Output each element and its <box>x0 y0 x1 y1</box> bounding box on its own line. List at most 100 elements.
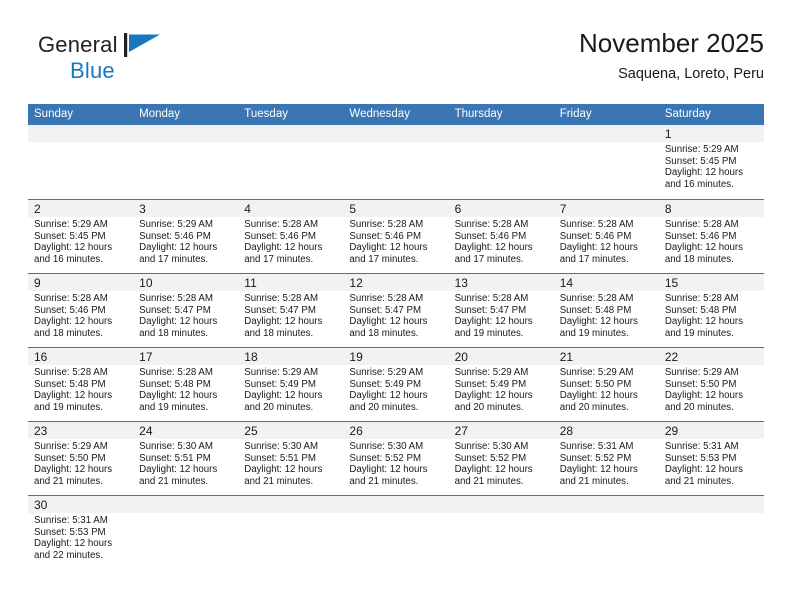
day-cell[interactable]: 29 Sunrise: 5:31 AM Sunset: 5:53 PM Dayligh… <box>658 422 764 495</box>
sunrise-time: Sunrise: 5:29 AM <box>244 367 319 378</box>
sunrise-time: Sunrise: 5:28 AM <box>664 219 739 230</box>
day-number-band <box>343 496 449 513</box>
weekday-header-monday: Monday <box>139 108 181 120</box>
day-cell[interactable]: 3 Sunrise: 5:29 AM Sunset: 5:46 PM Daylight… <box>133 200 239 273</box>
week-row: 16 Sunrise: 5:28 AM Sunset: 5:48 PM Dayligh… <box>28 347 764 421</box>
sunset-time: Sunset: 5:51 PM <box>244 452 316 464</box>
day-cell[interactable]: 28 Sunrise: 5:31 AM Sunset: 5:52 PM Dayligh… <box>553 422 659 495</box>
daylight-duration-line2: and 21 minutes. <box>244 475 314 487</box>
day-cell[interactable]: 2 Sunrise: 5:29 AM Sunset: 5:45 PM Daylight… <box>28 200 134 273</box>
day-number: 13 <box>454 276 468 290</box>
day-sun-info: Sunrise: 5:28 AM Sunset: 5:47 PM Daylight:… <box>238 291 343 339</box>
day-sun-info: Sunrise: 5:28 AM Sunset: 5:46 PM Daylight:… <box>554 217 659 265</box>
day-number-band: 6 <box>448 200 554 217</box>
day-cell[interactable]: 20 Sunrise: 5:29 AM Sunset: 5:49 PM Dayligh… <box>448 348 554 421</box>
day-cell-empty <box>238 125 344 199</box>
daylight-duration-line2: and 20 minutes. <box>349 401 419 413</box>
daylight-duration-line1: Daylight: 12 hours <box>244 390 323 402</box>
day-cell[interactable]: 4 Sunrise: 5:28 AM Sunset: 5:46 PM Daylight… <box>238 200 344 273</box>
day-number-band: 14 <box>553 274 659 291</box>
day-number-band: 18 <box>238 348 344 365</box>
day-number: 20 <box>454 350 468 364</box>
day-sun-info: Sunrise: 5:28 AM Sunset: 5:48 PM Daylight:… <box>133 365 238 413</box>
day-number: 15 <box>664 276 679 290</box>
daylight-duration-line2: and 21 minutes. <box>559 475 629 487</box>
day-cell[interactable]: 30 Sunrise: 5:31 AM Sunset: 5:53 PM Dayligh… <box>28 496 134 569</box>
day-cell[interactable]: 12 Sunrise: 5:28 AM Sunset: 5:47 PM Dayligh… <box>343 274 449 347</box>
sunset-time: Sunset: 5:45 PM <box>34 230 106 242</box>
sunrise-time: Sunrise: 5:29 AM <box>454 367 529 378</box>
day-sun-info: Sunrise: 5:28 AM Sunset: 5:46 PM Daylight:… <box>28 291 133 339</box>
day-cell[interactable]: 23 Sunrise: 5:29 AM Sunset: 5:50 PM Dayligh… <box>28 422 134 495</box>
day-number-band: 20 <box>448 348 554 365</box>
day-number: 26 <box>349 424 363 438</box>
weekday-header-sunday: Sunday <box>34 108 74 120</box>
day-sun-info: Sunrise: 5:29 AM Sunset: 5:50 PM Daylight:… <box>554 365 659 413</box>
day-cell-empty <box>28 125 134 199</box>
day-sun-info: Sunrise: 5:28 AM Sunset: 5:47 PM Daylight:… <box>343 291 448 339</box>
day-number: 21 <box>559 350 574 364</box>
day-number: 5 <box>349 202 357 216</box>
day-cell[interactable]: 24 Sunrise: 5:30 AM Sunset: 5:51 PM Dayligh… <box>133 422 239 495</box>
day-number-band <box>448 496 554 513</box>
day-number-band <box>238 496 344 513</box>
day-cell[interactable]: 1 Sunrise: 5:29 AM Sunset: 5:45 PM Daylight… <box>658 125 764 199</box>
day-cell[interactable]: 27 Sunrise: 5:30 AM Sunset: 5:52 PM Dayligh… <box>448 422 554 495</box>
day-number-band: 1 <box>658 125 764 142</box>
sunrise-time: Sunrise: 5:28 AM <box>454 293 529 304</box>
day-cell[interactable]: 14 Sunrise: 5:28 AM Sunset: 5:48 PM Dayligh… <box>553 274 659 347</box>
weekday-header-tuesday: Tuesday <box>244 108 288 120</box>
day-cell-empty <box>343 125 449 199</box>
daylight-duration-line2: and 16 minutes. <box>664 178 734 190</box>
day-cell[interactable]: 9 Sunrise: 5:28 AM Sunset: 5:46 PM Daylight… <box>28 274 134 347</box>
sunset-time: Sunset: 5:52 PM <box>349 452 422 464</box>
day-number: 9 <box>34 276 41 290</box>
day-cell[interactable]: 13 Sunrise: 5:28 AM Sunset: 5:47 PM Dayligh… <box>448 274 554 347</box>
day-number-band: 15 <box>658 274 764 291</box>
day-cell[interactable]: 21 Sunrise: 5:29 AM Sunset: 5:50 PM Dayligh… <box>553 348 659 421</box>
day-cell[interactable]: 5 Sunrise: 5:28 AM Sunset: 5:46 PM Daylight… <box>343 200 449 273</box>
day-cell[interactable]: 15 Sunrise: 5:28 AM Sunset: 5:48 PM Dayligh… <box>658 274 764 347</box>
sunrise-time: Sunrise: 5:28 AM <box>454 219 529 230</box>
day-number: 8 <box>664 202 672 216</box>
weekday-header-wednesday: Wednesday <box>349 108 410 120</box>
day-cell[interactable]: 7 Sunrise: 5:28 AM Sunset: 5:46 PM Daylight… <box>553 200 659 273</box>
sunrise-time: Sunrise: 5:28 AM <box>349 219 424 230</box>
day-number-band: 5 <box>343 200 449 217</box>
sunrise-time: Sunrise: 5:30 AM <box>139 441 213 452</box>
day-cell[interactable]: 18 Sunrise: 5:29 AM Sunset: 5:49 PM Dayligh… <box>238 348 344 421</box>
sunrise-time: Sunrise: 5:30 AM <box>349 441 424 452</box>
sunset-time: Sunset: 5:50 PM <box>559 378 632 390</box>
sunset-time: Sunset: 5:46 PM <box>454 230 527 242</box>
day-cell[interactable]: 19 Sunrise: 5:29 AM Sunset: 5:49 PM Dayligh… <box>343 348 449 421</box>
day-number: 14 <box>559 276 574 290</box>
day-number-band: 13 <box>448 274 554 291</box>
day-cell[interactable]: 25 Sunrise: 5:30 AM Sunset: 5:51 PM Dayligh… <box>238 422 344 495</box>
day-cell[interactable]: 16 Sunrise: 5:28 AM Sunset: 5:48 PM Dayligh… <box>28 348 134 421</box>
generalblue-logo[interactable]: General Blue <box>38 33 188 92</box>
sunset-time: Sunset: 5:45 PM <box>664 155 737 167</box>
weeks-container: 1 Sunrise: 5:29 AM Sunset: 5:45 PM Daylight… <box>28 125 764 569</box>
daylight-duration-line1: Daylight: 12 hours <box>349 390 428 402</box>
daylight-duration-line1: Daylight: 12 hours <box>349 242 428 254</box>
day-number: 10 <box>139 276 153 290</box>
day-cell[interactable]: 8 Sunrise: 5:28 AM Sunset: 5:46 PM Daylight… <box>658 200 764 273</box>
daylight-duration-line2: and 21 minutes. <box>664 475 734 487</box>
day-cell[interactable]: 17 Sunrise: 5:28 AM Sunset: 5:48 PM Dayligh… <box>133 348 239 421</box>
day-cell[interactable]: 26 Sunrise: 5:30 AM Sunset: 5:52 PM Dayligh… <box>343 422 449 495</box>
day-cell[interactable]: 11 Sunrise: 5:28 AM Sunset: 5:47 PM Dayligh… <box>238 274 344 347</box>
sunset-time: Sunset: 5:47 PM <box>244 304 316 316</box>
day-cell[interactable]: 10 Sunrise: 5:28 AM Sunset: 5:47 PM Dayligh… <box>133 274 239 347</box>
daylight-duration-line1: Daylight: 12 hours <box>664 316 743 328</box>
day-sun-info: Sunrise: 5:29 AM Sunset: 5:49 PM Daylight:… <box>343 365 448 413</box>
week-row: 23 Sunrise: 5:29 AM Sunset: 5:50 PM Dayligh… <box>28 421 764 495</box>
daylight-duration-line1: Daylight: 12 hours <box>244 316 323 328</box>
page-title: November 2025 <box>579 28 764 58</box>
day-cell[interactable]: 6 Sunrise: 5:28 AM Sunset: 5:46 PM Daylight… <box>448 200 554 273</box>
daylight-duration-line1: Daylight: 12 hours <box>139 390 218 402</box>
sunrise-time: Sunrise: 5:29 AM <box>559 367 634 378</box>
day-cell[interactable]: 22 Sunrise: 5:29 AM Sunset: 5:50 PM Dayligh… <box>658 348 764 421</box>
day-number: 28 <box>559 424 574 438</box>
daylight-duration-line1: Daylight: 12 hours <box>34 538 113 550</box>
day-sun-info: Sunrise: 5:29 AM Sunset: 5:46 PM Daylight:… <box>133 217 238 265</box>
